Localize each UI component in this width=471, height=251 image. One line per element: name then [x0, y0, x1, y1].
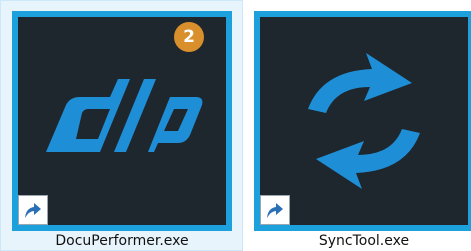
- sync-arrows-icon: [260, 17, 468, 225]
- desktop-item-synctool[interactable]: SyncTool.exe: [249, 0, 471, 251]
- file-name-label[interactable]: DocuPerformer.exe: [12, 231, 232, 251]
- step-badge: 2: [174, 22, 204, 52]
- desktop-item-docuperformer[interactable]: 2 DocuPerformer.exe: [0, 0, 243, 251]
- file-name-label[interactable]: SyncTool.exe: [254, 231, 471, 251]
- desktop-area: 2 DocuPerformer.exe SyncTool.exe: [0, 0, 471, 251]
- shortcut-arrow-icon: [18, 195, 48, 225]
- shortcut-arrow-icon: [260, 195, 290, 225]
- app-icon-tile[interactable]: [254, 11, 471, 231]
